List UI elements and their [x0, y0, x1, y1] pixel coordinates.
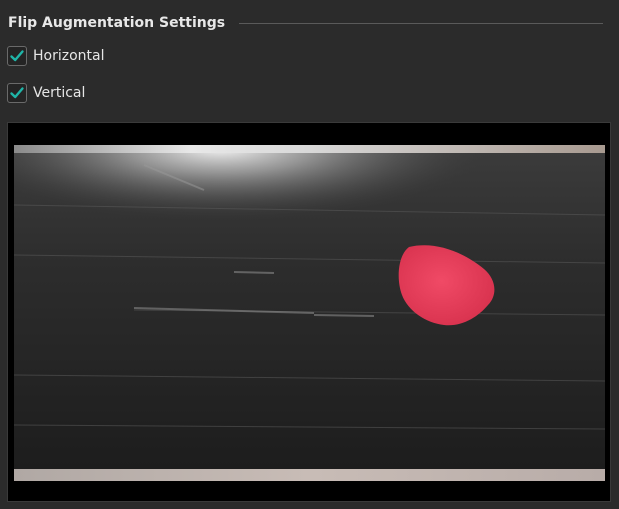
vertical-flip-checkbox[interactable]: Vertical [7, 82, 85, 104]
flip-augmentation-panel: Flip Augmentation Settings Horizontal Ve… [0, 0, 619, 509]
group-title: Flip Augmentation Settings [8, 15, 226, 31]
horizontal-label: Horizontal [33, 48, 105, 64]
vertical-label: Vertical [33, 85, 86, 101]
checkmark-icon [10, 50, 24, 62]
group-divider [239, 23, 603, 24]
vertical-checkbox-box[interactable] [7, 83, 27, 103]
horizontal-checkbox-box[interactable] [7, 46, 27, 66]
horizontal-flip-checkbox[interactable]: Horizontal [7, 45, 104, 67]
top-edge-band [14, 145, 605, 153]
light-glare [14, 145, 605, 305]
checkmark-icon [10, 87, 24, 99]
preview-image [14, 145, 605, 481]
preview-frame [7, 122, 611, 502]
group-header: Flip Augmentation Settings [8, 13, 603, 33]
bottom-edge-band [14, 469, 605, 481]
